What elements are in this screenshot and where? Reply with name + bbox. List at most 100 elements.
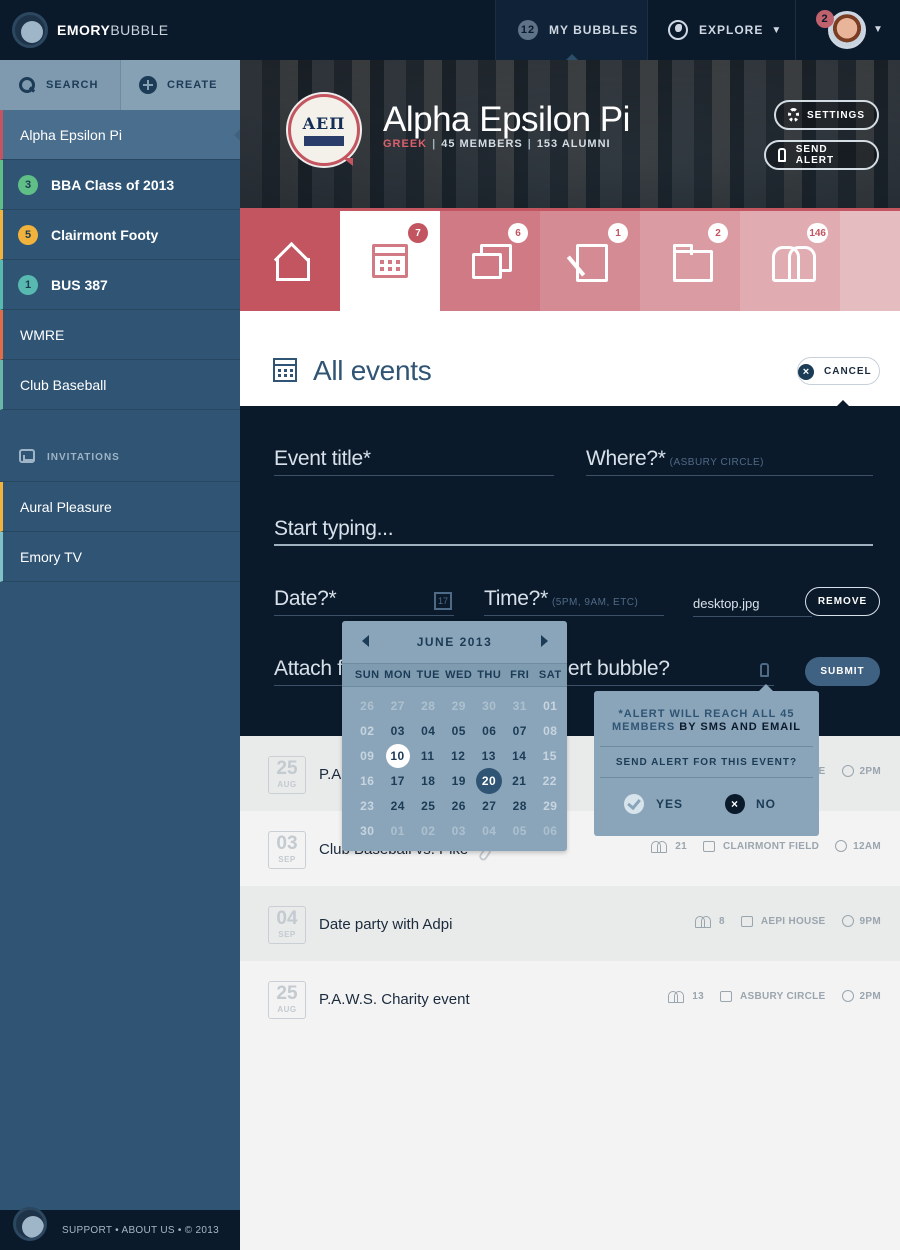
date-cell[interactable]: 03 [383, 724, 414, 738]
date-cell[interactable]: 01 [535, 699, 566, 713]
sidebar-item[interactable]: Alpha Epsilon Pi [0, 110, 240, 160]
selected-date[interactable]: 20 [476, 767, 502, 794]
invitation-item[interactable]: Aural Pleasure [0, 482, 240, 532]
description-field[interactable]: Start typing... [274, 517, 873, 546]
date-cell[interactable]: 09 [352, 749, 383, 763]
location-name: ASBURY CIRCLE [739, 990, 826, 1002]
date-cell[interactable]: 14 [504, 749, 535, 763]
tab-folder[interactable]: 2 [640, 211, 740, 311]
people-icon [772, 244, 816, 282]
invitation-item[interactable]: Emory TV [0, 532, 240, 582]
date-cell[interactable]: 24 [383, 799, 414, 813]
date-cell[interactable]: 26 [444, 799, 475, 813]
where-field[interactable]: Where?* (ASBURY CIRCLE) [586, 447, 873, 476]
date-cell[interactable]: 01 [383, 824, 414, 838]
search-button[interactable]: SEARCH [0, 60, 120, 110]
notification-badge[interactable]: 2 [816, 10, 834, 28]
tab-home[interactable] [240, 211, 340, 311]
date-cell[interactable]: 11 [413, 749, 444, 763]
sidebar-item[interactable]: 1 BUS 387 [0, 260, 240, 310]
explore-nav[interactable]: EXPLORE ▼ [647, 0, 795, 60]
settings-button[interactable]: SETTINGS [774, 100, 879, 130]
event-title[interactable]: Date party with Adpi [319, 916, 452, 933]
tab-people[interactable]: 146 [740, 211, 840, 311]
chevron-down-icon[interactable]: ▼ [873, 24, 884, 35]
event-title[interactable]: P.A [319, 766, 341, 783]
date-cell[interactable]: 19 [444, 774, 475, 788]
date-cell[interactable]: 02 [352, 724, 383, 738]
tab-document[interactable]: 1 [540, 211, 640, 311]
date-cell[interactable]: 04 [474, 824, 505, 838]
event-time: 9PM [859, 915, 881, 927]
date-cell[interactable]: 30 [474, 699, 505, 713]
close-icon: × [725, 794, 746, 814]
today-date[interactable]: 10 [385, 743, 410, 768]
alert-message: *ALERT WILL REACH ALL 45 MEMBERS BY SMS … [600, 691, 813, 747]
submit-button[interactable]: SUBMIT [805, 657, 880, 686]
tab-count-badge: 146 [807, 223, 828, 243]
date-cell[interactable]: 16 [352, 774, 383, 788]
date-cell[interactable]: 05 [444, 724, 475, 738]
tab-chat[interactable]: 6 [440, 211, 540, 311]
date-cell[interactable]: 04 [413, 724, 444, 738]
alert-no-option[interactable]: × NO [725, 794, 776, 814]
send-alert-button[interactable]: SEND ALERT [764, 140, 879, 170]
previous-month-icon[interactable] [362, 635, 369, 647]
date-cell[interactable]: 29 [444, 699, 475, 713]
event-title[interactable]: P.A.W.S. Charity event [319, 991, 470, 1008]
date-cell[interactable]: 22 [535, 774, 566, 788]
date-cell[interactable]: 23 [352, 799, 383, 813]
time-field[interactable]: Time?* (5PM, 9AM, ETC) [484, 587, 664, 616]
bubble-list: Alpha Epsilon Pi 3 BBA Class of 2013 5 Clair… [0, 110, 240, 410]
date-cell[interactable]: 26 [352, 699, 383, 713]
date-cell[interactable]: 21 [504, 774, 535, 788]
sidebar-item[interactable]: 3 BBA Class of 2013 [0, 160, 240, 210]
date-cell[interactable]: 05 [505, 824, 536, 838]
date-cell[interactable]: 03 [444, 824, 475, 838]
remove-file-button[interactable]: REMOVE [805, 587, 880, 616]
tab-calendar[interactable]: 7 [340, 211, 440, 311]
sidebar-item[interactable]: Club Baseball [0, 360, 240, 410]
date-cell[interactable]: 15 [535, 749, 566, 763]
date-field[interactable]: Date?* [274, 587, 454, 616]
date-cell[interactable]: 30 [352, 824, 383, 838]
chat-icon [472, 244, 512, 279]
date-cell[interactable]: 27 [383, 699, 414, 713]
event-row[interactable]: 25 AUG P.A.W.S. Charity event 13 ASBURY CIRC… [240, 961, 900, 1036]
calendar-icon[interactable]: 17 [434, 592, 452, 610]
date-cell[interactable]: 13 [474, 749, 505, 763]
close-icon[interactable]: × [798, 364, 814, 380]
app-logo[interactable]: EMORYBUBBLE [12, 12, 169, 48]
date-cell[interactable]: 06 [535, 824, 566, 838]
alert-icon[interactable] [760, 663, 769, 677]
user-menu[interactable]: 2 ▼ [795, 0, 900, 60]
document-icon [572, 244, 608, 282]
my-bubbles-nav[interactable]: 12 MY BUBBLES [495, 0, 647, 60]
group-name: Alpha Epsilon Pi [383, 100, 630, 139]
date-cell[interactable]: 18 [413, 774, 444, 788]
event-title-field[interactable]: Event title* [274, 447, 554, 476]
next-month-icon[interactable] [541, 635, 548, 647]
create-button[interactable]: CREATE [120, 60, 240, 110]
date-cell[interactable]: 02 [413, 824, 444, 838]
date-cell[interactable]: 28 [413, 699, 444, 713]
footer-links[interactable]: SUPPORT • ABOUT US • © 2013 [62, 1225, 219, 1236]
crest-letters: ΑΕΠ [302, 114, 346, 133]
date-cell[interactable]: 12 [443, 749, 474, 763]
date-cell[interactable]: 06 [474, 724, 505, 738]
date-cell[interactable]: 27 [474, 799, 505, 813]
date-cell[interactable]: 28 [505, 799, 536, 813]
date-cell[interactable]: 31 [505, 699, 536, 713]
weekday-label: SUN [354, 669, 380, 681]
sidebar-item[interactable]: WMRE [0, 310, 240, 360]
date-cell[interactable]: 07 [505, 724, 536, 738]
date-cell[interactable]: 08 [535, 724, 566, 738]
date-cell[interactable]: 29 [535, 799, 566, 813]
globe-icon [668, 20, 688, 40]
alert-yes-option[interactable]: YES [624, 794, 683, 814]
date-cell[interactable]: 17 [383, 774, 414, 788]
event-row[interactable]: 04 SEP Date party with Adpi 8 AEPI HOUSE 9PM [240, 886, 900, 961]
date-cell[interactable]: 25 [413, 799, 444, 813]
crest-emblem [304, 136, 344, 146]
sidebar-item[interactable]: 5 Clairmont Footy [0, 210, 240, 260]
